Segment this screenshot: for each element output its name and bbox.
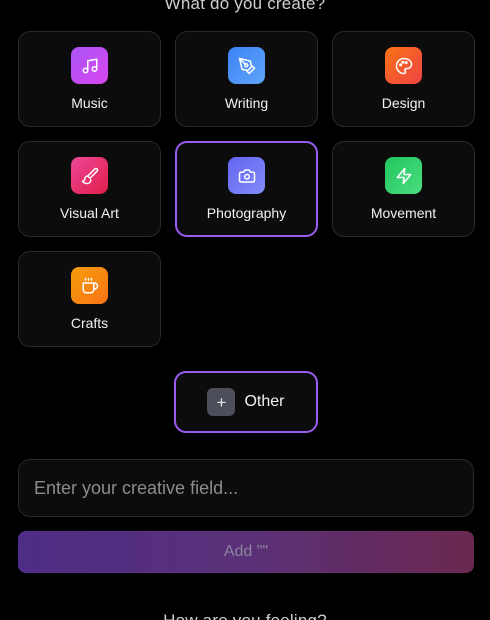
other-label: Other	[244, 393, 285, 410]
category-label: Visual Art	[60, 205, 119, 221]
camera-icon	[228, 157, 265, 194]
category-label: Music	[71, 95, 108, 111]
plus-icon: +	[207, 388, 236, 416]
paintbrush-icon	[71, 157, 108, 194]
category-card-design[interactable]: Design	[332, 31, 475, 127]
pen-nib-icon	[228, 47, 265, 84]
category-label: Design	[381, 95, 426, 111]
creative-field-input[interactable]	[18, 459, 474, 517]
category-card-visual-art[interactable]: Visual Art	[18, 141, 161, 237]
category-label: Writing	[224, 95, 269, 111]
music-note-icon	[71, 47, 108, 84]
category-label: Movement	[370, 205, 437, 221]
palette-icon	[385, 47, 422, 84]
category-card-music[interactable]: Music	[18, 31, 161, 127]
add-button[interactable]: Add ""	[18, 531, 474, 573]
category-grid: Music Writing Design Visual Art Photogra…	[18, 31, 475, 347]
other-button[interactable]: + Other	[174, 371, 318, 433]
category-label: Crafts	[70, 315, 109, 331]
lightning-icon	[385, 157, 422, 194]
coffee-cup-icon	[71, 267, 108, 304]
category-card-photography[interactable]: Photography	[175, 141, 318, 237]
category-card-movement[interactable]: Movement	[332, 141, 475, 237]
next-section-question: How are you feeling?	[0, 611, 490, 620]
category-card-crafts[interactable]: Crafts	[18, 251, 161, 347]
category-card-writing[interactable]: Writing	[175, 31, 318, 127]
category-label: Photography	[206, 205, 287, 221]
section-question: What do you create?	[164, 0, 326, 13]
